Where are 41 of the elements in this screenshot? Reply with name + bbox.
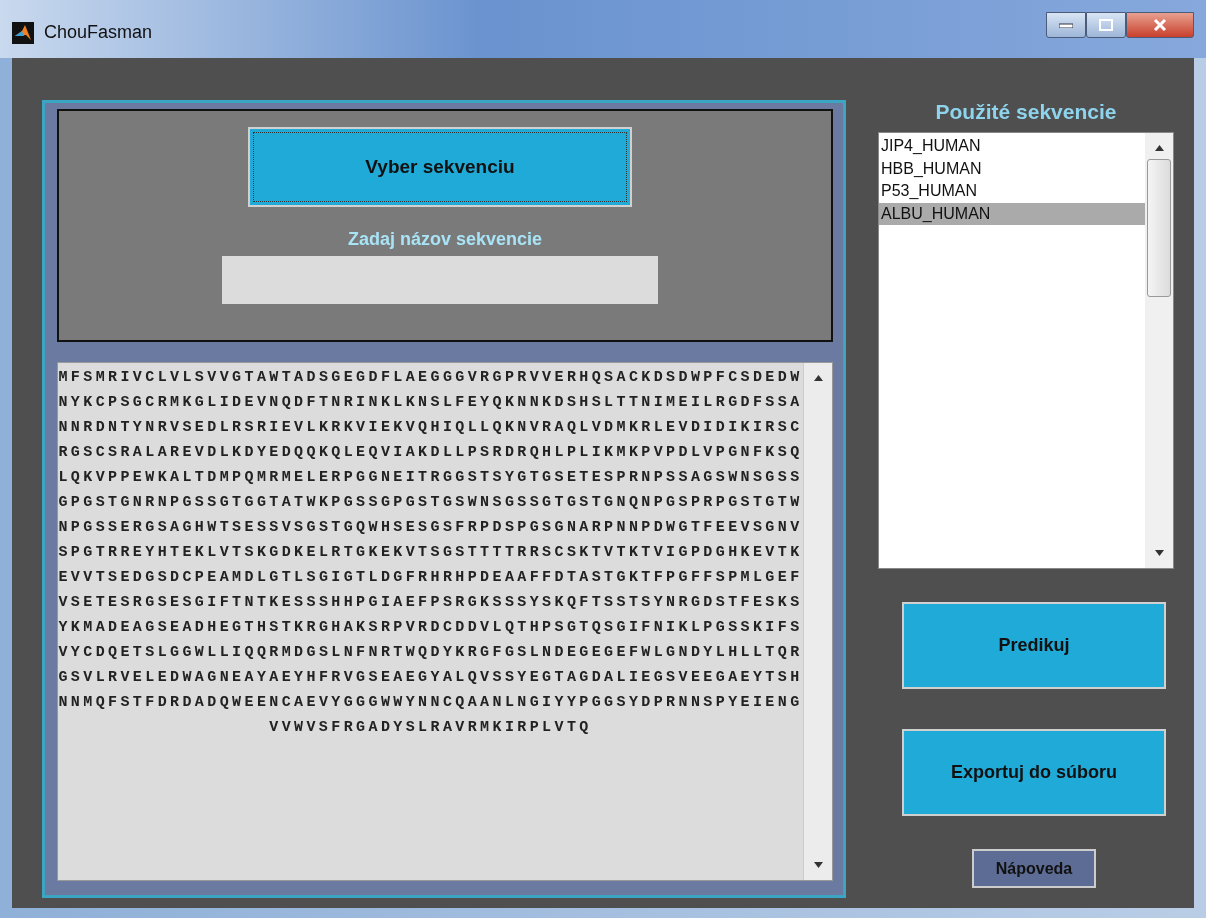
list-item[interactable]: HBB_HUMAN	[879, 157, 1145, 180]
list-title: Použité sekvencie	[935, 100, 1117, 124]
sequence-line: VYCDQETSLGGWLLIQQRMDGSLNFNRTWQDYKRGFGSLNDEGEGEFWLGNDYLHLLTQR	[58, 643, 803, 663]
sequence-line: GPGSTGNRNPGSSGTGGTATWKPGSSGPGSTGSWNSGSSGTGSTGNQNPGSPRPGSTGTW	[58, 493, 803, 513]
sequence-line: NYKCPSGCRMKGLIDEVNQDFTNRINKLKNSLFEYQKNNKDSHSLTTNIMEILRGDFSSA	[58, 393, 803, 413]
scrollbar[interactable]	[803, 363, 832, 880]
sequence-line: MFSMRIVCLVLSVVGTAWTADSGEGDFLAEGGGVRGPRVVERHQSACKDSDWPFCSDEDW	[58, 368, 803, 388]
window-title: ChouFasman	[44, 22, 153, 43]
name-label: Zadaj názov sekvencie	[347, 229, 543, 250]
sequence-line: SPGTRREYHTEKLVTSKGDKELRTGKEKVTSGSTTTTRRSCSKTVTKTVIGPDGHKEVTK	[58, 543, 803, 563]
app-logo-icon	[12, 22, 34, 44]
sequence-line: RGSCSRALAREVDLKDYEDQQKQLEQVIAKDLLPSRDRQHLPLIKMKPVPDLVPGNFKSQ	[58, 443, 803, 463]
sequence-line: NPGSSERGSAGHWTSESSVSGSTGQWHSESGSFRPDSPGSGNARPNNPDWGTFEEVSGNV	[58, 518, 803, 538]
sequence-line: NNMQFSTFDRDADQWEENCAEVYGGGWWYNNCQAANLNGIYYPGGSYDPRNNSPYEIENG	[58, 693, 803, 713]
action-button[interactable]: Exportuj do súboru	[902, 729, 1166, 816]
select-sequence-button[interactable]: Vyber sekvenciu	[248, 127, 632, 207]
scroll-up-icon[interactable]	[1154, 145, 1164, 151]
action-button[interactable]: Predikuj	[902, 602, 1166, 689]
scroll-thumb[interactable]	[1147, 159, 1171, 297]
close-button[interactable]	[1126, 12, 1194, 38]
sequence-line: NNRDNTYNRVSEDLRSRIEVLKRKVIEKVQHIQLLQKNVRAQLVDMKRLEVDIDIKIRSC	[58, 418, 803, 438]
sequence-line: EVVTSEDGSDCPEAMDLGTLSGIGTLDGFRHRHPDEAAFFDTASTGKTFPGFFSPMLGEF	[58, 568, 803, 588]
scroll-down-icon[interactable]	[1154, 550, 1164, 556]
sequence-line: VVWVSFRGADYSLRAVRMKIRPLVTQ	[269, 718, 592, 738]
minimize-button[interactable]	[1046, 12, 1086, 38]
sequence-line: GSVLRVELEDWAGNEAYAEYHFRVGSEAEGYALQVSSYEGTAGDALIEGSVEEGAEYTSH	[58, 668, 803, 688]
name-input-field[interactable]	[222, 256, 658, 304]
list-item[interactable]: P53_HUMAN	[879, 180, 1145, 203]
scroll-up-icon[interactable]	[813, 375, 823, 381]
maximize-button[interactable]	[1086, 12, 1126, 38]
maximize-icon	[1099, 19, 1113, 31]
sequence-line: VSETESRGSESGIFTNTKESSSHHPGIAEFPSRGKSSSYSKQFTSSTSYNRGDSTFESKS	[58, 593, 803, 613]
scrollbar[interactable]	[1145, 133, 1173, 568]
close-icon	[1153, 19, 1167, 31]
help-button[interactable]: Nápoveda	[972, 849, 1096, 888]
scroll-down-icon[interactable]	[813, 862, 823, 868]
list-item[interactable]: JIP4_HUMAN	[879, 135, 1145, 158]
list-item[interactable]: ALBU_HUMAN	[879, 202, 1145, 225]
sequence-line: LQKVPPEWKALTDMPQMRMELERPGGNEITRGGSTSYGTGSETESPRNPSSAGSWNSGSS	[58, 468, 803, 488]
minimize-icon	[1059, 22, 1073, 28]
sequence-line: YKMADEAGSEADHEGTHSTKRGHAKSRPVRDCDDVLQTHPSGTQSGIFNIKLPGSSKIFS	[58, 618, 803, 638]
